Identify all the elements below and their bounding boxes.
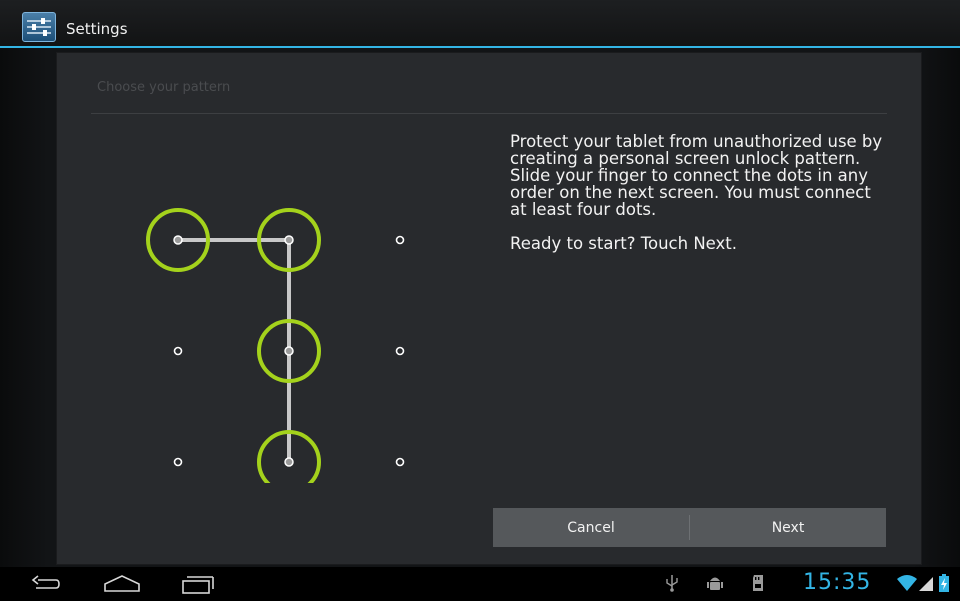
pattern-dot-selected[interactable] — [284, 457, 294, 467]
home-icon[interactable] — [102, 571, 142, 601]
pattern-dot[interactable] — [395, 235, 405, 245]
cancel-button[interactable]: Cancel — [493, 508, 689, 547]
pattern-setup-panel: Choose your pattern Protect your tablet … — [56, 52, 922, 565]
pattern-instructions: Protect your tablet from unauthorized us… — [510, 133, 890, 269]
battery-charging-icon — [938, 573, 950, 597]
cell-signal-icon — [918, 574, 934, 596]
app-title: Settings — [66, 20, 128, 38]
pattern-dot[interactable] — [395, 457, 405, 467]
button-bar: Cancel Next — [493, 508, 886, 547]
pattern-dot-selected[interactable] — [284, 235, 294, 245]
pattern-dot[interactable] — [395, 346, 405, 356]
usb-icon — [664, 573, 680, 597]
system-nav-bar: 15:35 — [0, 567, 960, 601]
content-area: Choose your pattern Protect your tablet … — [0, 48, 960, 567]
next-button[interactable]: Next — [690, 508, 886, 547]
sd-card-icon — [750, 573, 766, 597]
pattern-dot[interactable] — [173, 457, 183, 467]
pattern-dot-selected[interactable] — [284, 346, 294, 356]
android-debug-icon — [706, 573, 724, 597]
unlock-pattern-grid[interactable] — [57, 53, 477, 483]
back-icon[interactable] — [28, 571, 62, 601]
recent-apps-icon[interactable] — [180, 571, 216, 601]
instructions-paragraph: Protect your tablet from unauthorized us… — [510, 132, 883, 219]
pattern-dot[interactable] — [173, 346, 183, 356]
pattern-dot-selected[interactable] — [173, 235, 183, 245]
status-time: 15:35 — [803, 570, 872, 595]
settings-sliders-icon[interactable] — [22, 12, 56, 42]
ready-prompt: Ready to start? Touch Next. — [510, 234, 737, 253]
action-bar: Settings — [0, 0, 960, 48]
wifi-icon — [896, 574, 918, 596]
